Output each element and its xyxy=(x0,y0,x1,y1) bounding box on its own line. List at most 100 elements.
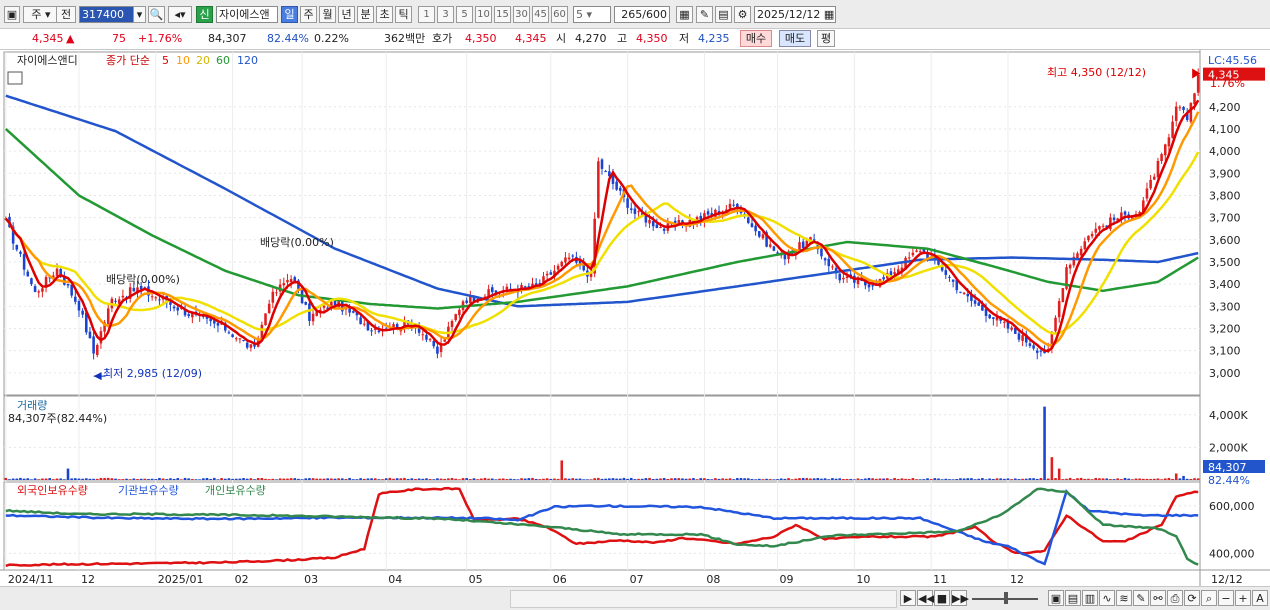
candle-body xyxy=(1003,321,1006,323)
speaker-icon[interactable]: ◂▾ xyxy=(168,6,192,23)
volume-bar xyxy=(410,478,414,480)
candle-body xyxy=(1178,107,1182,109)
volume-bar xyxy=(787,478,790,480)
compare-icon[interactable]: ≋ xyxy=(1116,590,1132,606)
volume-bar xyxy=(1028,478,1032,480)
minute-option-15[interactable]: 15 xyxy=(494,6,511,23)
volume-bar xyxy=(571,478,575,480)
period-tick-button[interactable]: 틱 xyxy=(395,6,412,23)
minute-option-45[interactable]: 45 xyxy=(532,6,549,23)
buy-button[interactable]: 매수 xyxy=(740,30,772,47)
minute-option-5[interactable]: 5 xyxy=(456,6,473,23)
volume-bar xyxy=(341,478,344,480)
volume-bar xyxy=(194,479,198,480)
up-arrow-icon: ▲ xyxy=(66,32,75,45)
zoom-in-icon[interactable]: + xyxy=(1235,590,1251,606)
chart-footer: ▶ ◀◀ ■ ▶▶ ▣ ▤ ▥ ∿ ≋ ✎ ⚯ ⎙ ⟳ ⌕ − + A xyxy=(0,586,1270,610)
link-icon[interactable]: ⚯ xyxy=(1150,590,1166,606)
buy-label: 매수 xyxy=(745,32,767,45)
chart-tool-icon[interactable]: ✎ xyxy=(696,6,713,23)
data-count-field[interactable]: 265/600 xyxy=(614,6,670,23)
print-icon[interactable]: ⎙ xyxy=(1167,590,1183,606)
candle-body xyxy=(545,273,549,276)
draw-icon[interactable]: ✎ xyxy=(1133,590,1149,606)
volume-bar xyxy=(161,478,165,480)
refresh-icon[interactable]: ⟳ xyxy=(1184,590,1200,606)
play-right-icon[interactable]: ▶ xyxy=(900,590,916,606)
lc-label: LC:45.56 xyxy=(1208,54,1257,67)
date-field[interactable]: 2025/12/12 ▦ xyxy=(754,6,836,23)
volume-ratio: 82.44% xyxy=(267,32,309,45)
volume-bar xyxy=(278,478,282,480)
zoom-icon[interactable]: ⌕ xyxy=(1201,590,1217,606)
period-minute-button[interactable]: 분 xyxy=(357,6,374,23)
minute-option-3[interactable]: 3 xyxy=(437,6,454,23)
font-size-icon[interactable]: A xyxy=(1252,590,1268,606)
candle-body xyxy=(523,286,527,288)
ma-legend-5: 5 xyxy=(162,54,169,67)
volume-bar xyxy=(66,468,70,480)
candle-body xyxy=(450,320,454,328)
zoom-slider-handle[interactable] xyxy=(1004,592,1008,604)
candle-body xyxy=(1057,301,1061,318)
candle-body xyxy=(893,272,896,275)
volume-bar xyxy=(388,477,392,480)
volume-bar xyxy=(970,478,973,480)
volume-bar xyxy=(158,477,161,480)
volume-bar xyxy=(490,478,494,480)
volume-bar xyxy=(882,478,885,480)
eval-button[interactable]: 평 xyxy=(817,30,835,47)
volume-bar xyxy=(1145,478,1149,480)
prev-button[interactable]: 전 xyxy=(56,6,76,23)
rewind-icon[interactable]: ◀◀ xyxy=(917,590,935,606)
volume-bar xyxy=(523,478,527,480)
minute-option-1[interactable]: 1 xyxy=(418,6,435,23)
period-second-button[interactable]: 초 xyxy=(376,6,393,23)
period-week-button[interactable]: 주 xyxy=(300,6,317,23)
sell-button[interactable]: 매도 xyxy=(779,30,811,47)
scroll-track[interactable] xyxy=(510,590,897,608)
volume-bar xyxy=(754,479,757,480)
fast-forward-icon[interactable]: ▶▶ xyxy=(951,590,969,606)
minute-option-30[interactable]: 30 xyxy=(513,6,530,23)
search-icon[interactable]: 🔍 xyxy=(148,6,165,23)
date-value: 2025/12/12 xyxy=(757,8,821,21)
period-month-button[interactable]: 월 xyxy=(319,6,336,23)
volume-bar xyxy=(315,478,318,480)
volume-bar xyxy=(253,479,256,480)
minute-value-select[interactable]: 5 ▾ xyxy=(573,6,611,23)
code-dropdown-icon[interactable]: ▾ xyxy=(133,6,146,23)
volume-bar xyxy=(1057,468,1061,480)
volume-bar xyxy=(1083,478,1087,480)
minute-option-10[interactable]: 10 xyxy=(475,6,492,23)
layout-icon[interactable]: ▣ xyxy=(1048,590,1064,606)
zoom-out-icon[interactable]: − xyxy=(1218,590,1234,606)
copy-icon[interactable]: ▤ xyxy=(1065,590,1081,606)
period-year-button[interactable]: 년 xyxy=(338,6,355,23)
volume-bar xyxy=(732,479,735,480)
period-week-select[interactable]: 주 ▾ xyxy=(23,6,59,23)
period-day-button[interactable]: 일 xyxy=(281,6,298,23)
candle-body xyxy=(458,309,461,316)
candle-body xyxy=(304,301,308,305)
volume-bar xyxy=(948,479,951,480)
candle-body xyxy=(871,285,874,287)
stock-name-field[interactable]: 자이에스앤 xyxy=(216,6,278,23)
minute-option-60[interactable]: 60 xyxy=(551,6,568,23)
save-icon[interactable]: ▤ xyxy=(715,6,732,23)
volume-bar xyxy=(1112,479,1116,480)
candle-body xyxy=(454,314,457,321)
indicator-icon[interactable]: ∿ xyxy=(1099,590,1115,606)
stock-code-input[interactable]: 317400 xyxy=(79,6,135,23)
stock-chart[interactable]: 자이에스앤디 종가 단순 5 10 20 60 120 거래량 84,307주(… xyxy=(0,50,1270,586)
chart-type-icon[interactable]: ▥ xyxy=(1082,590,1098,606)
window-icon[interactable]: ▣ xyxy=(4,6,20,23)
gear-icon[interactable]: ⚙ xyxy=(734,6,751,23)
volume-bar xyxy=(710,479,714,480)
candle-body xyxy=(1076,253,1079,259)
grid-icon[interactable]: ▦ xyxy=(676,6,693,23)
volume-bar xyxy=(725,478,728,480)
candle-body xyxy=(114,300,117,302)
stop-icon[interactable]: ■ xyxy=(934,590,950,606)
volume-tick-label: 2,000K xyxy=(1209,441,1248,454)
